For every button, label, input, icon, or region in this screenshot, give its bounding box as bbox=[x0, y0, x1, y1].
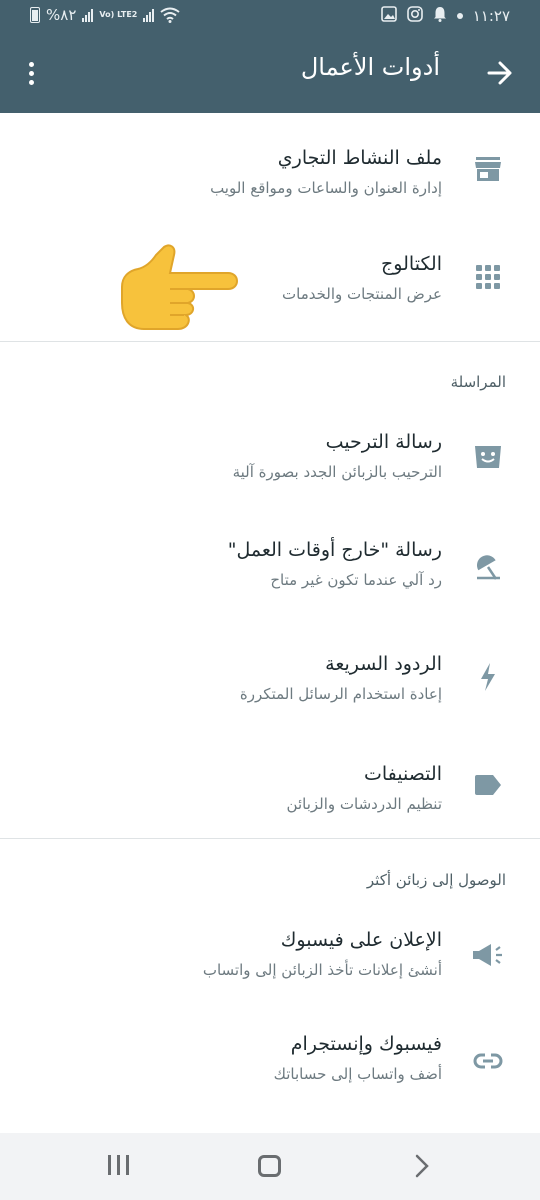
back-button[interactable] bbox=[482, 55, 518, 91]
store-icon bbox=[470, 151, 506, 187]
network-type: Vo) LTE2 bbox=[99, 10, 138, 19]
item-title: رسالة الترحيب bbox=[325, 431, 442, 453]
recent-apps-icon[interactable] bbox=[108, 1155, 129, 1175]
list-item-catalog[interactable]: الكتالوج عرض المنتجات والخدمات bbox=[0, 223, 540, 333]
gallery-icon bbox=[380, 6, 397, 26]
megaphone-icon bbox=[470, 937, 506, 973]
nav-back-icon[interactable] bbox=[414, 1153, 430, 1183]
status-left: %٨٢ Vo) LTE2 bbox=[30, 6, 180, 24]
list-item-business-profile[interactable]: ملف النشاط التجاري إدارة العنوان والساعا… bbox=[0, 113, 540, 223]
umbrella-off-icon bbox=[470, 549, 506, 585]
page-title: أدوات الأعمال bbox=[300, 53, 440, 81]
lightning-icon bbox=[470, 659, 506, 695]
list-item-labels[interactable]: التصنيفات تنظيم الدردشات والزبائن bbox=[0, 735, 540, 845]
label-icon bbox=[470, 767, 506, 803]
smiley-message-icon bbox=[470, 439, 506, 475]
item-title: فيسبوك وإنستجرام bbox=[290, 1033, 442, 1055]
item-subtitle: إدارة العنوان والساعات ومواقع الويب bbox=[210, 179, 442, 197]
list-item-quick-replies[interactable]: الردود السريعة إعادة استخدام الرسائل الم… bbox=[0, 625, 540, 735]
instagram-icon bbox=[406, 6, 423, 26]
item-subtitle: إعادة استخدام الرسائل المتكررة bbox=[239, 685, 442, 703]
item-subtitle: أضف واتساب إلى حساباتك bbox=[273, 1065, 442, 1083]
header: %٨٢ Vo) LTE2 ١١:٢٧ أدوات الأعمال bbox=[0, 0, 540, 113]
status-bar: %٨٢ Vo) LTE2 ١١:٢٧ bbox=[0, 0, 540, 33]
more-vert-icon bbox=[28, 61, 34, 67]
grid-icon bbox=[470, 259, 506, 295]
battery-icon bbox=[30, 7, 40, 23]
dot-icon bbox=[456, 13, 463, 19]
item-subtitle: الترحيب بالزبائن الجدد بصورة آلية bbox=[232, 463, 442, 481]
item-title: رسالة "خارج أوقات العمل" bbox=[227, 539, 442, 561]
item-subtitle: عرض المنتجات والخدمات bbox=[282, 285, 442, 303]
system-nav-bar bbox=[0, 1133, 540, 1200]
divider bbox=[0, 838, 540, 839]
item-subtitle: أنشئ إعلانات تأخذ الزبائن إلى واتساب bbox=[202, 961, 442, 979]
more-options-button[interactable] bbox=[16, 55, 46, 91]
clock-time: ١١:٢٧ bbox=[472, 7, 510, 25]
status-right: ١١:٢٧ bbox=[380, 6, 510, 26]
signal-2-icon bbox=[143, 8, 155, 22]
list-item-away-message[interactable]: رسالة "خارج أوقات العمل" رد آلي عندما تك… bbox=[0, 515, 540, 625]
app-bar: أدوات الأعمال bbox=[0, 33, 540, 113]
section-header-reach: الوصول إلى زبائن أكثر bbox=[366, 871, 506, 889]
business-tools-list: ملف النشاط التجاري إدارة العنوان والساعا… bbox=[0, 113, 540, 1133]
list-item-greeting-message[interactable]: رسالة الترحيب الترحيب بالزبائن الجدد بصو… bbox=[0, 405, 540, 515]
item-title: الكتالوج bbox=[381, 253, 442, 275]
section-header-messaging: المراسلة bbox=[450, 373, 506, 391]
battery-level: %٨٢ bbox=[46, 6, 77, 24]
arrow-back-icon bbox=[487, 61, 512, 85]
item-title: الإعلان على فيسبوك bbox=[280, 929, 442, 951]
pointing-hand-emoji-icon bbox=[118, 241, 242, 331]
link-icon bbox=[470, 1043, 506, 1079]
item-title: التصنيفات bbox=[363, 763, 442, 785]
list-item-facebook-ads[interactable]: الإعلان على فيسبوك أنشئ إعلانات تأخذ الز… bbox=[0, 903, 540, 1013]
list-item-facebook-instagram[interactable]: فيسبوك وإنستجرام أضف واتساب إلى حساباتك bbox=[0, 1013, 540, 1123]
item-title: ملف النشاط التجاري bbox=[277, 147, 442, 169]
item-subtitle: رد آلي عندما تكون غير متاح bbox=[270, 571, 442, 589]
item-title: الردود السريعة bbox=[325, 653, 442, 675]
home-icon[interactable] bbox=[258, 1155, 281, 1177]
wifi-icon bbox=[160, 7, 180, 23]
signal-icon bbox=[82, 8, 94, 22]
item-subtitle: تنظيم الدردشات والزبائن bbox=[286, 795, 442, 813]
notification-bell-icon bbox=[433, 6, 447, 26]
divider bbox=[0, 341, 540, 342]
